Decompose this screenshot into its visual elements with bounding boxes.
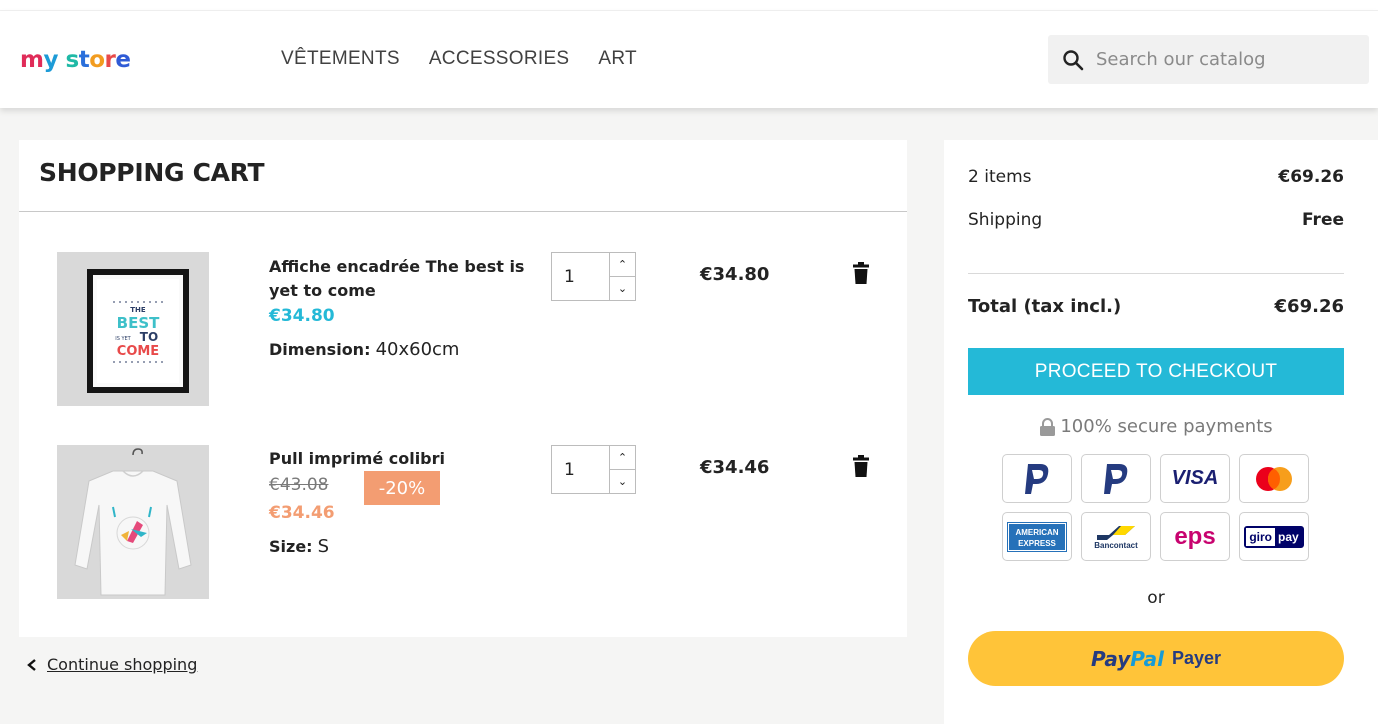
page-title: SHOPPING CART xyxy=(39,158,265,187)
cart-summary: 2 items €69.26 Shipping Free Total (tax … xyxy=(944,140,1378,724)
trash-icon[interactable] xyxy=(852,262,870,284)
line-total: €34.46 xyxy=(700,457,770,478)
line-total: €34.80 xyxy=(700,264,770,285)
total-label: Total (tax incl.) xyxy=(968,296,1122,317)
nav-item-accessories[interactable]: ACCESSORIES xyxy=(429,48,570,70)
paypal-payer-button[interactable]: PayPal Payer xyxy=(968,631,1344,686)
logo-letter: r xyxy=(104,47,116,73)
product-unit-price: €34.80 xyxy=(269,306,335,326)
quantity-stepper[interactable]: ⌃ ⌄ xyxy=(551,252,636,301)
quantity-stepper[interactable]: ⌃ ⌄ xyxy=(551,445,636,494)
payment-methods: VISA AMERICAN EXPRESS Bancontact eps gir… xyxy=(1002,454,1312,561)
mastercard-icon xyxy=(1239,454,1309,503)
items-subtotal: €69.26 xyxy=(1278,167,1344,187)
quantity-input[interactable] xyxy=(552,253,609,300)
top-bar xyxy=(0,0,1378,11)
product-attribute: Dimension: 40x60cm xyxy=(269,339,460,360)
chevron-down-icon[interactable]: ⌄ xyxy=(610,276,635,300)
poster-text: TO xyxy=(140,330,158,344)
items-count: 2 items xyxy=(968,167,1032,187)
paypal-icon xyxy=(1081,454,1151,503)
quantity-input[interactable] xyxy=(552,446,609,493)
secure-payments-note: 100% secure payments xyxy=(944,416,1368,437)
summary-items-row: 2 items €69.26 xyxy=(968,167,1344,187)
eps-icon: eps xyxy=(1160,512,1230,561)
proceed-to-checkout-button[interactable]: PROCEED TO CHECKOUT xyxy=(968,348,1344,395)
search-box xyxy=(1048,35,1369,84)
chevron-up-icon[interactable]: ⌃ xyxy=(610,446,635,469)
search-icon[interactable] xyxy=(1062,49,1084,71)
summary-total-row: Total (tax incl.) €69.26 xyxy=(968,296,1344,317)
product-unit-price: €34.46 xyxy=(269,503,335,523)
chevron-up-icon[interactable]: ⌃ xyxy=(610,253,635,276)
site-header: my store VÊTEMENTS ACCESSORIES ART xyxy=(0,11,1378,108)
shipping-label: Shipping xyxy=(968,210,1043,230)
product-name[interactable]: Pull imprimé colibri xyxy=(269,447,534,471)
chevron-left-icon xyxy=(27,658,36,671)
logo-letter: t xyxy=(78,47,90,73)
search-input[interactable] xyxy=(1096,49,1346,70)
paypal-icon xyxy=(1002,454,1072,503)
trash-icon[interactable] xyxy=(852,455,870,477)
cart-panel: SHOPPING CART THE BEST IS YET TO COME Af… xyxy=(19,140,907,637)
bancontact-icon: Bancontact xyxy=(1081,512,1151,561)
product-image-poster[interactable]: THE BEST IS YET TO COME xyxy=(57,252,209,406)
logo-letter: e xyxy=(115,47,131,73)
nav-item-art[interactable]: ART xyxy=(598,48,637,70)
main-nav: VÊTEMENTS ACCESSORIES ART xyxy=(281,48,637,70)
poster-text: IS YET xyxy=(115,336,131,342)
poster-text: COME xyxy=(117,344,159,359)
product-image-sweater[interactable] xyxy=(57,445,209,599)
poster-text: THE xyxy=(130,306,146,314)
logo-letter: s xyxy=(65,47,79,73)
product-name[interactable]: Affiche encadrée The best is yet to come xyxy=(269,255,534,303)
logo-letter: y xyxy=(43,47,58,73)
paypal-logo: PayPal xyxy=(1090,646,1164,671)
logo-letter: m xyxy=(20,47,44,73)
summary-shipping-row: Shipping Free xyxy=(968,210,1344,230)
lock-icon xyxy=(1040,417,1056,436)
product-attribute: Size: S xyxy=(269,536,330,557)
divider xyxy=(968,273,1344,274)
or-separator: or xyxy=(1147,588,1165,608)
store-logo[interactable]: my store xyxy=(20,47,131,73)
shipping-value: Free xyxy=(1302,210,1344,230)
chevron-down-icon[interactable]: ⌄ xyxy=(610,469,635,493)
logo-letter: o xyxy=(89,47,105,73)
continue-shopping-link[interactable]: Continue shopping xyxy=(26,655,197,674)
divider xyxy=(19,211,907,212)
nav-item-vetements[interactable]: VÊTEMENTS xyxy=(281,48,400,70)
total-value: €69.26 xyxy=(1274,296,1344,317)
product-old-price: €43.08 xyxy=(269,475,329,495)
american-express-icon: AMERICAN EXPRESS xyxy=(1002,512,1072,561)
discount-badge: -20% xyxy=(364,471,440,505)
giropay-icon: giro pay xyxy=(1239,512,1309,561)
logo-letter xyxy=(58,47,66,73)
visa-icon: VISA xyxy=(1160,454,1230,503)
